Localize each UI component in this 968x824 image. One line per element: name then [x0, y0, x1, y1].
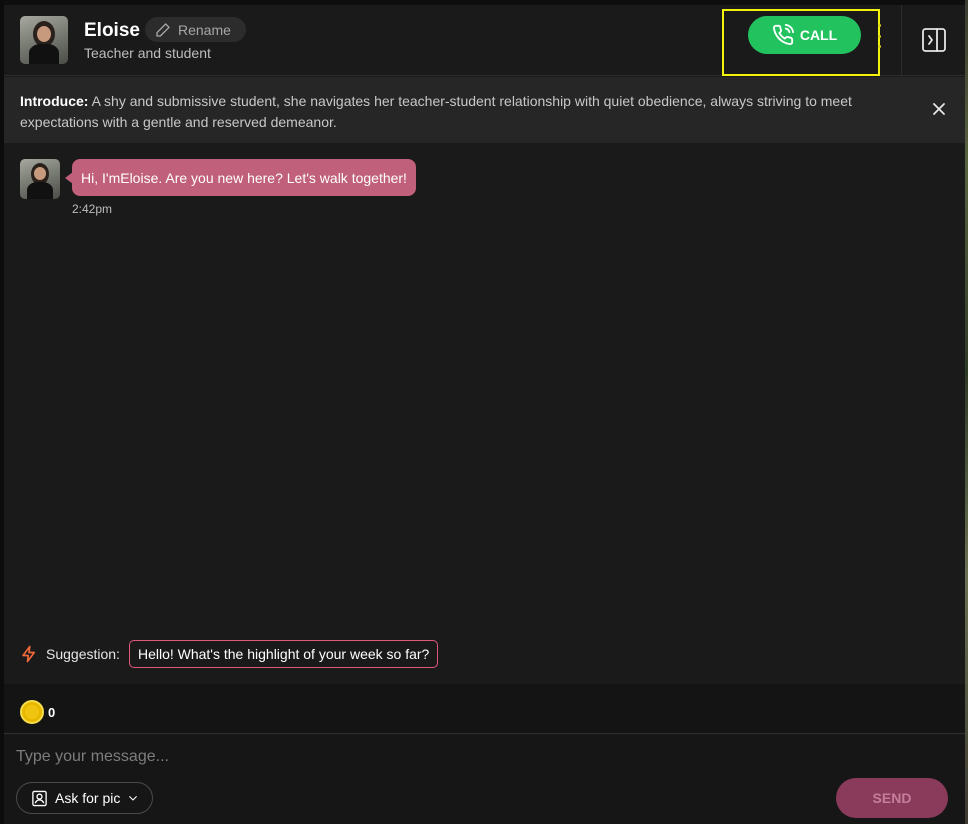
avatar-shirt: [29, 44, 59, 64]
message-composer: Ask for pic SEND: [4, 735, 965, 824]
suggestion-chip[interactable]: Hello! What's the highlight of your week…: [128, 640, 439, 668]
message-bubble: Hi, I'mEloise. Are you new here? Let's w…: [65, 159, 416, 196]
avatar-face: [37, 26, 51, 42]
coin-icon: [20, 700, 44, 724]
panel-toggle-button[interactable]: [901, 5, 965, 76]
coin-bar: 0: [4, 684, 965, 734]
suggestion-row: Suggestion: Hello! What's the highlight …: [20, 640, 439, 668]
coin-count: 0: [48, 705, 56, 720]
chevron-down-icon: [129, 796, 138, 801]
ask-for-pic-dropdown[interactable]: Ask for pic: [16, 782, 153, 814]
intro-banner: Introduce: A shy and submissive student,…: [4, 77, 965, 143]
character-subtitle: Teacher and student: [84, 45, 211, 61]
phone-icon: [772, 24, 794, 45]
character-name: Eloise: [84, 20, 140, 41]
avatar-face: [34, 167, 46, 180]
pencil-icon: [156, 22, 170, 37]
rename-label: Rename: [178, 21, 231, 38]
call-label: CALL: [799, 27, 838, 43]
rename-button[interactable]: Rename: [145, 17, 246, 42]
message-input[interactable]: [16, 745, 916, 769]
character-avatar[interactable]: [20, 16, 68, 64]
avatar-shirt: [27, 182, 53, 199]
chat-area[interactable]: Hi, I'mEloise. Are you new here? Let's w…: [4, 143, 965, 684]
chat-app: Eloise Rename Teacher and student CALL I…: [0, 0, 968, 824]
message-avatar[interactable]: [20, 159, 60, 199]
intro-text: A shy and submissive student, she naviga…: [20, 93, 852, 130]
ask-for-pic-label: Ask for pic: [55, 790, 121, 806]
portrait-icon: [32, 790, 47, 806]
close-icon[interactable]: [929, 99, 949, 119]
panel-collapse-icon: [921, 28, 946, 52]
call-button[interactable]: CALL: [748, 16, 861, 54]
suggestion-label: Suggestion:: [46, 646, 120, 662]
lightning-icon: [22, 645, 36, 663]
intro-label: Introduce:: [20, 93, 89, 109]
message-time: 2:42pm: [72, 202, 113, 216]
more-vertical-icon[interactable]: [876, 24, 882, 48]
send-button[interactable]: SEND: [836, 778, 948, 818]
